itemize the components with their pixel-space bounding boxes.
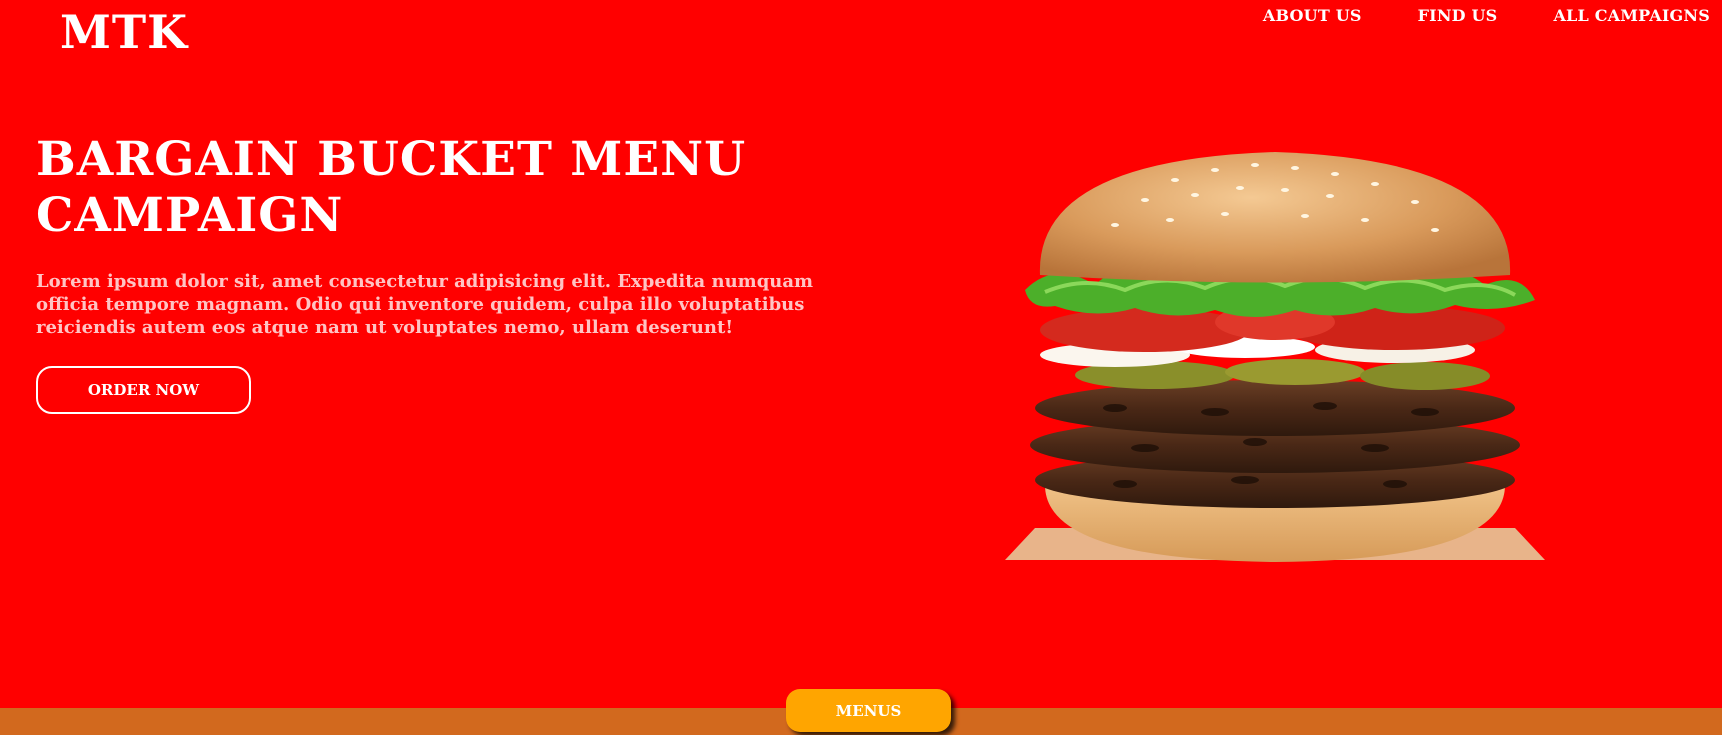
menus-button[interactable]: MENUS bbox=[786, 689, 951, 732]
logo[interactable]: MTK bbox=[60, 4, 188, 60]
nav-item-find-us: FIND US bbox=[1418, 6, 1498, 26]
hero-description: Lorem ipsum dolor sit, amet consectetur … bbox=[36, 271, 814, 338]
nav-item-about-us: ABOUT US bbox=[1263, 6, 1362, 26]
nav-link-find-us[interactable]: FIND US bbox=[1418, 6, 1498, 25]
order-now-button[interactable]: ORDER NOW bbox=[36, 366, 251, 414]
nav-item-all-campaigns: ALL CAMPAIGNS bbox=[1553, 6, 1710, 26]
burger-image bbox=[1005, 152, 1545, 562]
nav-link-all-campaigns[interactable]: ALL CAMPAIGNS bbox=[1553, 6, 1710, 25]
nav-link-about-us[interactable]: ABOUT US bbox=[1263, 6, 1362, 25]
page: MTK ABOUT US FIND US ALL CAMPAIGNS BARGA… bbox=[0, 0, 1722, 735]
main-nav: ABOUT US FIND US ALL CAMPAIGNS bbox=[1263, 6, 1710, 26]
hero-title: BARGAIN BUCKET MENU CAMPAIGN bbox=[36, 132, 747, 243]
